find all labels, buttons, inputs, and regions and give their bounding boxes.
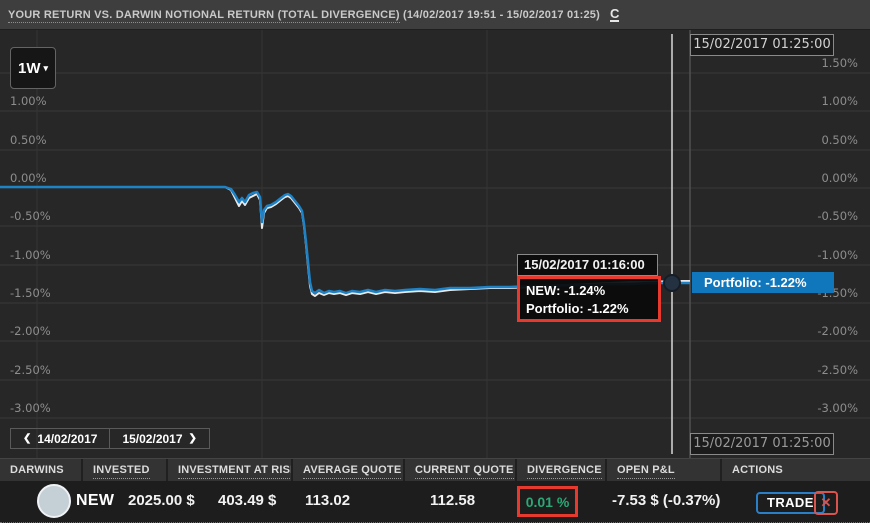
next-day-label: 15/02/2017	[122, 432, 182, 446]
date-navigation: ❮ 14/02/2017 15/02/2017 ❯	[10, 428, 210, 449]
right-axis-tick: -1.00%	[817, 248, 858, 262]
darwin-name: NEW	[76, 492, 114, 510]
current-quote-value: 112.58	[430, 492, 475, 509]
right-axis-tick: 1.50%	[821, 56, 858, 70]
portfolio-current-label: Portfolio: -1.22%	[692, 272, 834, 293]
cursor-time-top: 15/02/2017 01:25:00	[690, 34, 834, 56]
invested-value: 2025.00 $	[128, 492, 195, 509]
column-divergence[interactable]: DIVERGENCE	[517, 459, 607, 481]
left-axis-tick: -2.00%	[10, 324, 51, 338]
tooltip-new-value: NEW: -1.24%	[526, 282, 658, 300]
next-day-button[interactable]: 15/02/2017 ❯	[110, 428, 209, 449]
close-icon: ✕	[821, 495, 832, 511]
tooltip-timestamp: 15/02/2017 01:16:00	[517, 254, 658, 276]
left-axis-tick: -3.00%	[10, 401, 51, 415]
right-axis-tick: 0.00%	[821, 171, 858, 185]
column-open-pl[interactable]: OPEN P&L	[607, 459, 722, 481]
cursor-marker	[664, 275, 680, 291]
chevron-right-icon: ❯	[189, 433, 197, 444]
chart-header-bar: YOUR RETURN VS. DARWIN NOTIONAL RETURN (…	[0, 0, 870, 30]
open-pl-value: -7.53 $ (-0.37%)	[612, 492, 720, 509]
divergence-value: 0.01 %	[517, 486, 578, 517]
column-average-quote[interactable]: AVERAGE QUOTE	[293, 459, 405, 481]
left-axis-tick: -0.50%	[10, 209, 51, 223]
divergence-chart: 1.00% 0.50% 0.00% -0.50% -1.00% -1.50% -2.00% -…	[0, 30, 870, 458]
cursor-time-bottom: 15/02/2017 01:25:00	[690, 433, 834, 455]
table-header: DARWINS INVESTED INVESTMENT AT RISK AVER…	[0, 458, 870, 481]
table-row: NEW 2025.00 $ 403.49 $ 113.02 112.58 0.0…	[0, 481, 870, 523]
column-darwins: DARWINS	[0, 459, 83, 481]
left-axis-tick: 1.00%	[10, 94, 47, 108]
column-actions: ACTIONS	[722, 459, 870, 481]
page-title: YOUR RETURN VS. DARWIN NOTIONAL RETURN (…	[8, 9, 600, 21]
right-axis-tick: -3.00%	[817, 401, 858, 415]
right-axis-tick: 0.50%	[821, 133, 858, 147]
right-axis-tick: -0.50%	[817, 209, 858, 223]
column-invested[interactable]: INVESTED	[83, 459, 168, 481]
chevron-left-icon: ❮	[23, 433, 31, 444]
tooltip-values: NEW: -1.24% Portfolio: -1.22%	[517, 276, 661, 322]
column-current-quote[interactable]: CURRENT QUOTE	[405, 459, 517, 481]
left-axis-tick: -2.50%	[10, 363, 51, 377]
tooltip-portfolio-value: Portfolio: -1.22%	[526, 300, 658, 318]
prev-day-button[interactable]: ❮ 14/02/2017	[10, 428, 110, 449]
chart-plot[interactable]	[0, 30, 870, 458]
right-axis-tick: -2.00%	[817, 324, 858, 338]
average-quote-value: 113.02	[305, 492, 350, 509]
left-axis-tick: -1.50%	[10, 286, 51, 300]
chart-title-text: YOUR RETURN VS. DARWIN NOTIONAL RETURN (…	[8, 9, 400, 23]
left-axis-tick: 0.00%	[10, 171, 47, 185]
column-investment-at-risk[interactable]: INVESTMENT AT RISK	[168, 459, 293, 481]
prev-day-label: 14/02/2017	[37, 432, 97, 446]
left-axis-tick: 0.50%	[10, 133, 47, 147]
right-axis-tick: -2.50%	[817, 363, 858, 377]
close-position-button[interactable]: ✕	[814, 491, 838, 515]
darwin-avatar	[37, 484, 71, 518]
right-axis-tick: 1.00%	[821, 94, 858, 108]
chart-date-range: (14/02/2017 19:51 - 15/02/2017 01:25)	[403, 9, 600, 21]
left-axis-tick: -1.00%	[10, 248, 51, 262]
investment-at-risk-value: 403.49 $	[218, 492, 276, 509]
timeframe-dropdown[interactable]: 1W ▾	[10, 47, 56, 89]
refresh-icon[interactable]: C	[610, 7, 619, 22]
chevron-down-icon: ▾	[43, 63, 48, 74]
timeframe-label: 1W	[18, 60, 41, 77]
